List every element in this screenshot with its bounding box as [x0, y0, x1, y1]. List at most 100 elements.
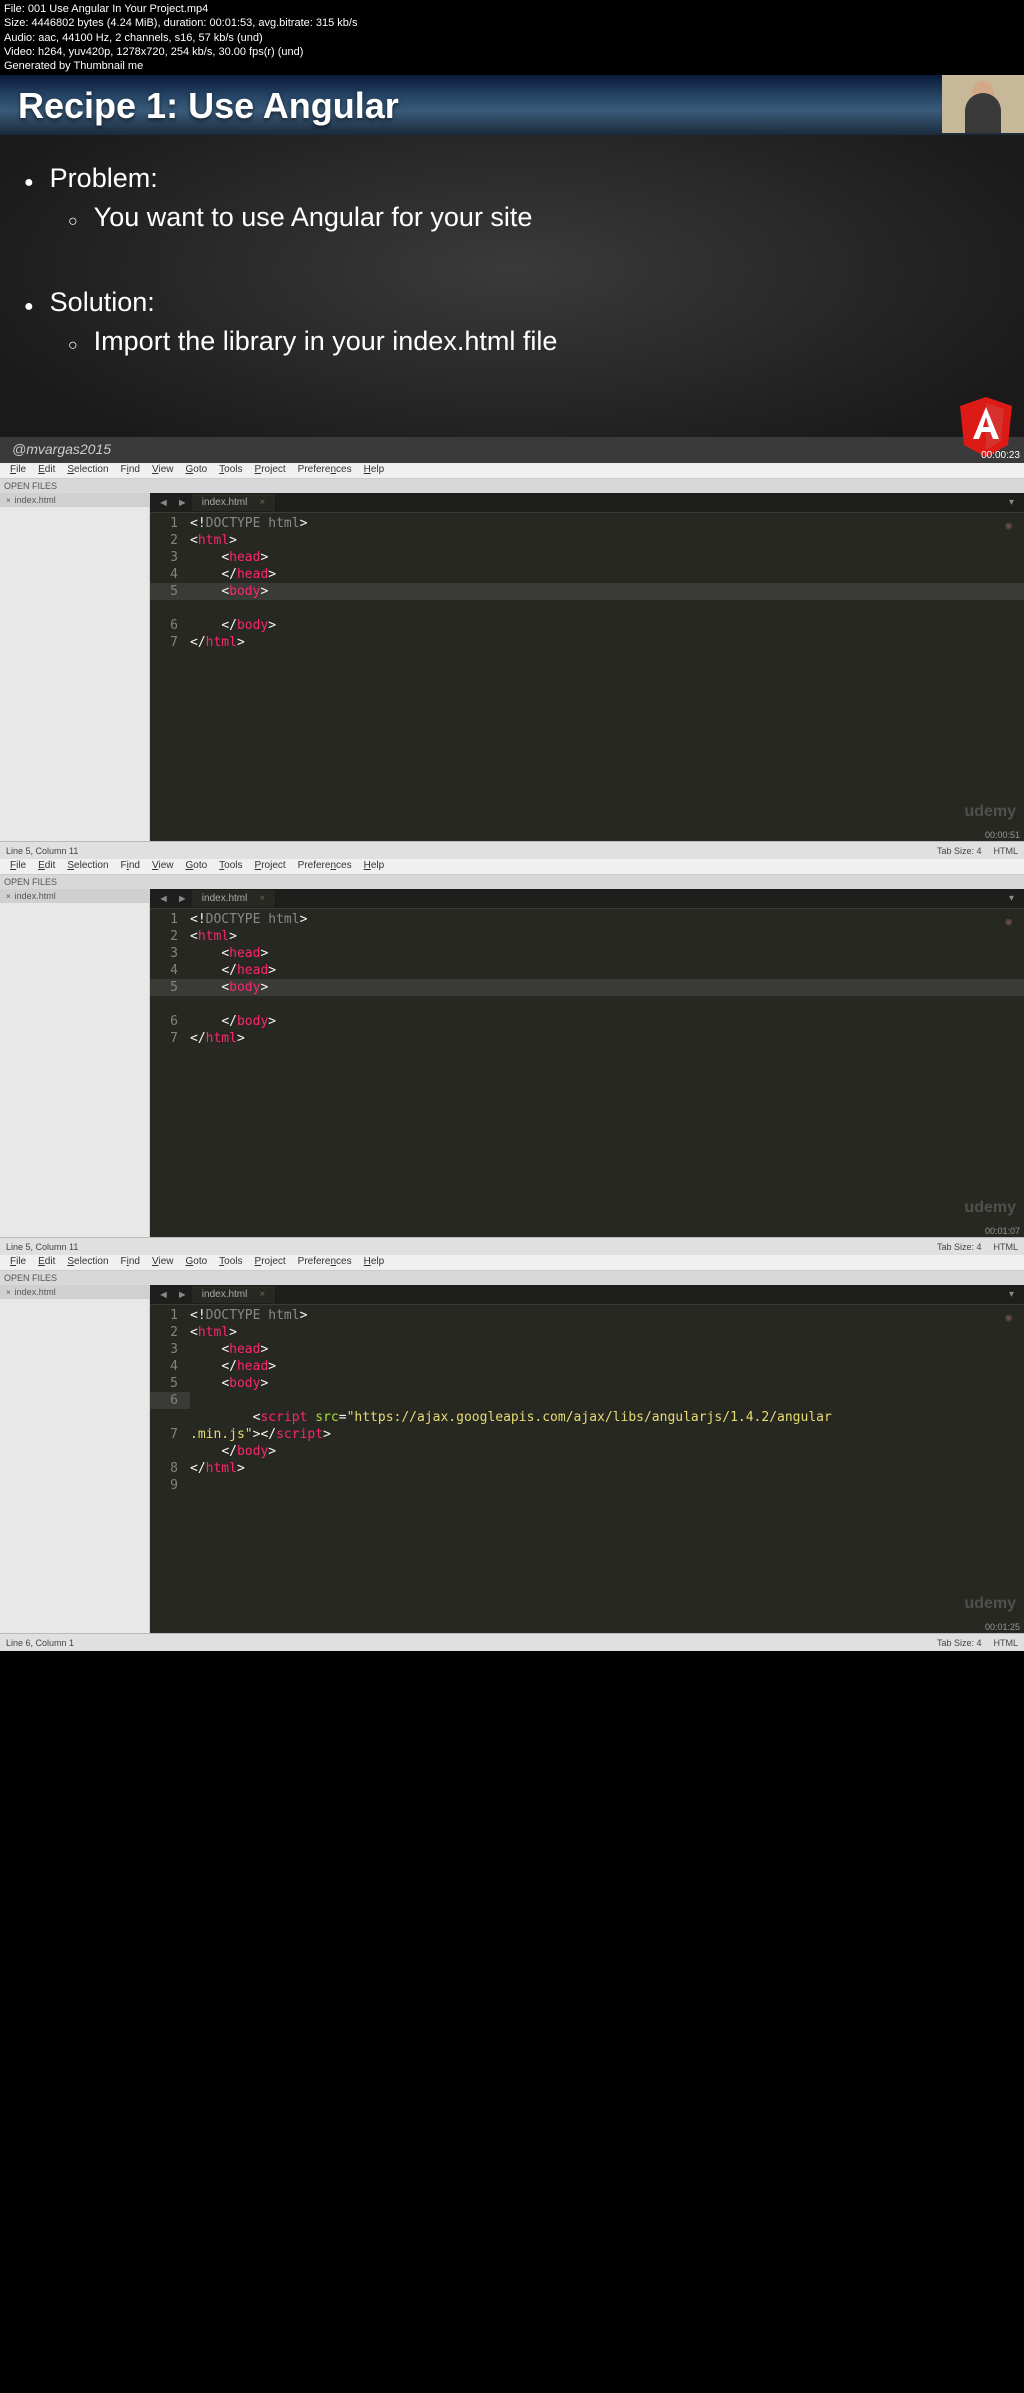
cursor-position: Line 6, Column 1 [6, 1638, 74, 1648]
menu-selection[interactable]: Selection [61, 860, 114, 873]
close-file-icon[interactable]: × [6, 496, 11, 505]
menu-help[interactable]: Help [358, 1256, 391, 1269]
nav-fwd-icon[interactable]: ► [173, 497, 192, 509]
status-bar: Line 6, Column 1 Tab Size: 4 HTML [0, 1633, 1024, 1651]
menu-view[interactable]: View [146, 464, 180, 477]
sidebar-file-item[interactable]: × index.html [0, 493, 149, 507]
tab-bar: ◄ ► index.html × ▾ [150, 889, 1024, 909]
bullet-problem-text: You want to use Angular for your site [68, 202, 1000, 233]
line-numbers: 1 2 3 4 5 6 7 [150, 911, 190, 1047]
menu-view[interactable]: View [146, 1256, 180, 1269]
meta-gen: Generated by Thumbnail me [4, 59, 1020, 73]
lang-mode[interactable]: HTML [994, 1638, 1019, 1648]
tab-bar: ◄ ► index.html × ▾ [150, 1285, 1024, 1305]
close-file-icon[interactable]: × [6, 892, 11, 901]
status-bar: Line 5, Column 11 Tab Size: 4 HTML [0, 1237, 1024, 1255]
menu-goto[interactable]: Goto [179, 464, 213, 477]
menu-bar[interactable]: File Edit Selection Find View Goto Tools… [0, 859, 1024, 875]
nav-fwd-icon[interactable]: ► [173, 893, 192, 905]
code-lines[interactable]: <!DOCTYPE html> <html> <head> </head> <b… [190, 515, 1024, 651]
editor-sidebar[interactable]: × index.html [0, 1285, 150, 1633]
menu-tools[interactable]: Tools [213, 1256, 248, 1269]
video-metadata: File: 001 Use Angular In Your Project.mp… [0, 0, 1024, 75]
menu-file[interactable]: File [4, 1256, 32, 1269]
menu-find[interactable]: Find [115, 1256, 146, 1269]
menu-find[interactable]: Find [115, 860, 146, 873]
menu-preferences[interactable]: Preferences [292, 1256, 358, 1269]
menu-edit[interactable]: Edit [32, 1256, 61, 1269]
menu-file[interactable]: File [4, 860, 32, 873]
sidebar-open-files-header: OPEN FILES [0, 1271, 1024, 1285]
nav-back-icon[interactable]: ◄ [154, 893, 173, 905]
menu-goto[interactable]: Goto [179, 860, 213, 873]
tab-dropdown-icon[interactable]: ▾ [1003, 497, 1020, 508]
minimap-icon[interactable]: ◉ [1005, 913, 1012, 930]
sidebar-open-files-header: OPEN FILES [0, 479, 1024, 493]
lang-mode[interactable]: HTML [994, 1242, 1019, 1252]
file-tab[interactable]: index.html × [192, 890, 276, 907]
menu-bar[interactable]: File Edit Selection Find View Goto Tools… [0, 1255, 1024, 1271]
minimap-icon[interactable]: ◉ [1005, 517, 1012, 534]
tab-dropdown-icon[interactable]: ▾ [1003, 1289, 1020, 1300]
menu-project[interactable]: Project [249, 860, 292, 873]
presenter-body [965, 93, 1001, 133]
sidebar-file-item[interactable]: × index.html [0, 1285, 149, 1299]
udemy-watermark: udemy [964, 1199, 1016, 1217]
menu-find[interactable]: Find [115, 464, 146, 477]
code-lines[interactable]: <!DOCTYPE html> <html> <head> </head> <b… [190, 1307, 1024, 1494]
minimap-icon[interactable]: ◉ [1005, 1309, 1012, 1326]
nav-back-icon[interactable]: ◄ [154, 1289, 173, 1301]
file-tab[interactable]: index.html × [192, 494, 276, 511]
menu-goto[interactable]: Goto [179, 1256, 213, 1269]
slide-header: Recipe 1: Use Angular [0, 75, 1024, 135]
tab-name: index.html [202, 497, 248, 508]
code-editor[interactable]: ◄ ► index.html × ▾ ◉ 1 2 3 4 5 6 7 8 9 <… [150, 1285, 1024, 1633]
menu-edit[interactable]: Edit [32, 464, 61, 477]
code-editor[interactable]: ◄ ► index.html × ▾ ◉ 1 2 3 4 5 6 7 <!DOC… [150, 493, 1024, 841]
line-numbers: 1 2 3 4 5 6 7 8 9 [150, 1307, 190, 1494]
editor-sidebar[interactable]: × index.html [0, 493, 150, 841]
editor-sidebar[interactable]: × index.html [0, 889, 150, 1237]
close-file-icon[interactable]: × [6, 1288, 11, 1297]
menu-preferences[interactable]: Preferences [292, 860, 358, 873]
code-content[interactable]: ◉ 1 2 3 4 5 6 7 <!DOCTYPE html> <html> <… [150, 513, 1024, 651]
tab-dropdown-icon[interactable]: ▾ [1003, 893, 1020, 904]
menu-tools[interactable]: Tools [213, 464, 248, 477]
slide-timestamp: 00:00:23 [981, 450, 1020, 461]
slide-title: Recipe 1: Use Angular [0, 75, 1024, 135]
menu-tools[interactable]: Tools [213, 860, 248, 873]
sidebar-file-name: index.html [15, 495, 56, 505]
cursor-position: Line 5, Column 11 [6, 846, 78, 856]
tab-size[interactable]: Tab Size: 4 [937, 1638, 982, 1648]
tab-close-icon[interactable]: × [259, 1289, 265, 1300]
sidebar-file-item[interactable]: × index.html [0, 889, 149, 903]
nav-back-icon[interactable]: ◄ [154, 497, 173, 509]
menu-selection[interactable]: Selection [61, 464, 114, 477]
tab-close-icon[interactable]: × [259, 497, 265, 508]
menu-project[interactable]: Project [249, 1256, 292, 1269]
menu-preferences[interactable]: Preferences [292, 464, 358, 477]
code-lines[interactable]: <!DOCTYPE html> <html> <head> </head> <b… [190, 911, 1024, 1047]
status-bar: Line 5, Column 11 Tab Size: 4 HTML [0, 841, 1024, 859]
menu-bar[interactable]: File Edit Selection Find View Goto Tools… [0, 463, 1024, 479]
menu-file[interactable]: File [4, 464, 32, 477]
file-tab[interactable]: index.html × [192, 1286, 276, 1303]
menu-help[interactable]: Help [358, 464, 391, 477]
lang-mode[interactable]: HTML [994, 846, 1019, 856]
menu-selection[interactable]: Selection [61, 1256, 114, 1269]
code-editor[interactable]: ◄ ► index.html × ▾ ◉ 1 2 3 4 5 6 7 <!DOC… [150, 889, 1024, 1237]
bullet-problem: Problem: [24, 163, 1000, 194]
tab-close-icon[interactable]: × [259, 893, 265, 904]
code-content[interactable]: ◉ 1 2 3 4 5 6 7 <!DOCTYPE html> <html> <… [150, 909, 1024, 1047]
tab-size[interactable]: Tab Size: 4 [937, 1242, 982, 1252]
menu-view[interactable]: View [146, 860, 180, 873]
tab-size[interactable]: Tab Size: 4 [937, 846, 982, 856]
udemy-watermark: udemy [964, 1595, 1016, 1613]
nav-fwd-icon[interactable]: ► [173, 1289, 192, 1301]
code-content[interactable]: ◉ 1 2 3 4 5 6 7 8 9 <!DOCTYPE html> <htm… [150, 1305, 1024, 1494]
menu-help[interactable]: Help [358, 860, 391, 873]
sidebar-file-name: index.html [15, 1287, 56, 1297]
menu-edit[interactable]: Edit [32, 860, 61, 873]
meta-size: Size: 4446802 bytes (4.24 MiB), duration… [4, 16, 1020, 30]
menu-project[interactable]: Project [249, 464, 292, 477]
